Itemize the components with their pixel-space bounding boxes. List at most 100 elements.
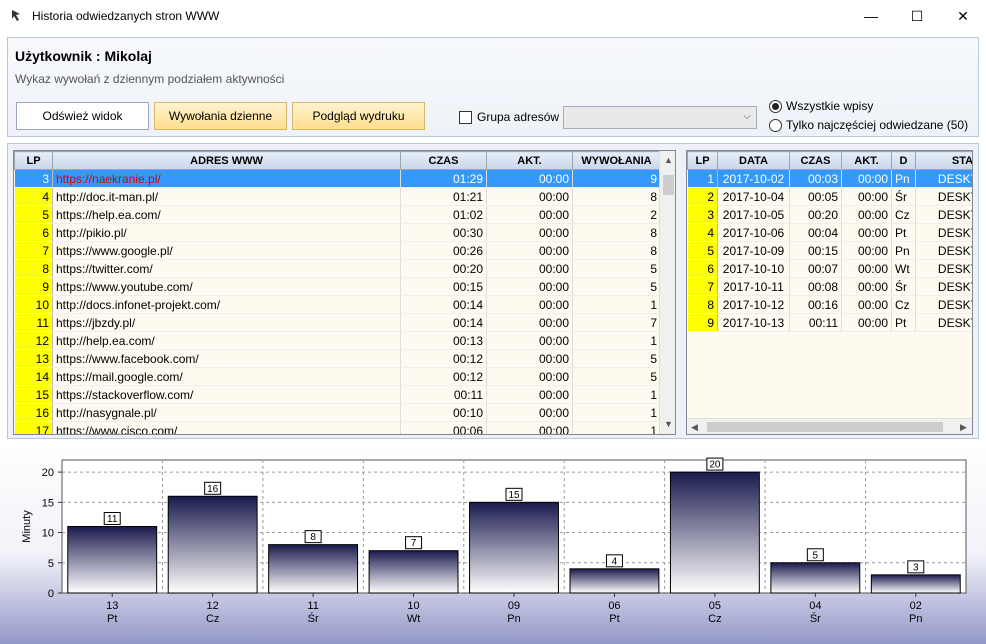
url-grid-scrollbar[interactable]: ▲ ▼ [659, 151, 675, 434]
url-cell: 8 [572, 187, 661, 206]
url-cell: 12 [14, 331, 53, 350]
url-cell: 00:00 [486, 241, 573, 260]
url-cell: 00:00 [486, 169, 573, 188]
table-row[interactable]: 62017-10-1000:0700:00WtDESKTOP [687, 259, 972, 278]
daily-header-1[interactable]: DATA [717, 151, 790, 170]
table-row[interactable]: 22017-10-0400:0500:00ŚrDESKTOP [687, 187, 972, 206]
daily-cell: 2017-10-10 [717, 259, 790, 278]
url-header-4[interactable]: WYWOŁANIA [572, 151, 661, 170]
table-row[interactable]: 12017-10-0200:0300:00PnDESKTOP [687, 169, 972, 188]
table-row[interactable]: 14 https://mail.google.com/00:12 00:00 5 [14, 367, 661, 386]
daily-header-2[interactable]: CZAS [789, 151, 842, 170]
daily-cell: 00:16 [789, 295, 842, 314]
table-row[interactable]: 72017-10-1100:0800:00ŚrDESKTOP [687, 277, 972, 296]
scroll-thumb[interactable] [663, 175, 674, 195]
url-cell: 6 [14, 223, 53, 242]
table-row[interactable]: 6 http://pikio.pl/00:30 00:00 8 [14, 223, 661, 242]
url-cell: 15 [14, 385, 53, 404]
url-history-grid[interactable]: LP ADRES WWW CZAS AKT. WYWOŁANIA 3 https://na… [13, 150, 676, 435]
daily-cell: 2017-10-09 [717, 241, 790, 260]
table-row[interactable]: 8 https://twitter.com/00:20 00:00 5 [14, 259, 661, 278]
url-cell: 1 [572, 331, 661, 350]
daily-cell: DESKTOP [915, 169, 972, 188]
radio-all-entries[interactable] [769, 100, 782, 113]
url-cell: 8 [572, 241, 661, 260]
hscroll-thumb[interactable] [707, 422, 943, 432]
daily-cell: DESKTOP [915, 223, 972, 242]
table-row[interactable]: 11 https://jbzdy.pl/00:14 00:00 7 [14, 313, 661, 332]
daily-cell: 00:00 [841, 241, 892, 260]
daily-cell: 2017-10-06 [717, 223, 790, 242]
url-cell: 00:00 [486, 367, 573, 386]
x-tick-label: 06 [608, 600, 620, 612]
table-row[interactable]: 10 http://docs.infonet-projekt.com/00:14 0… [14, 295, 661, 314]
daily-activity-grid[interactable]: LPDATACZASAKT.DSTAN 12017-10-0200:0300:0… [686, 150, 973, 435]
group-checkbox[interactable] [459, 111, 472, 124]
radio-most-visited[interactable] [769, 119, 782, 132]
close-icon: ✕ [957, 7, 969, 24]
url-cell: 2 [572, 205, 661, 224]
daily-header-5[interactable]: STAN [915, 151, 972, 170]
minimize-button[interactable]: — [848, 0, 894, 32]
daily-cell: DESKTOP [915, 205, 972, 224]
table-row[interactable]: 82017-10-1200:1600:00CzDESKTOP [687, 295, 972, 314]
url-cell: 00:14 [400, 295, 487, 314]
scroll-up-icon[interactable]: ▲ [664, 155, 673, 165]
maximize-button[interactable]: ☐ [894, 0, 940, 32]
scroll-down-icon[interactable]: ▼ [664, 419, 673, 429]
url-cell: https://www.facebook.com/ [52, 349, 401, 368]
table-row[interactable]: 3 https://naekranie.pl/01:29 00:00 9 [14, 169, 661, 188]
scroll-left-icon[interactable]: ◀ [691, 422, 698, 433]
table-row[interactable]: 4 http://doc.it-man.pl/01:21 00:00 8 [14, 187, 661, 206]
daily-cell: Śr [891, 187, 916, 206]
daily-cell: 4 [687, 223, 718, 242]
table-row[interactable]: 7 https://www.google.pl/00:26 00:00 8 [14, 241, 661, 260]
data-label: 7 [411, 538, 417, 549]
table-row[interactable]: 42017-10-0600:0400:00PtDESKTOP [687, 223, 972, 242]
minimize-icon: — [864, 8, 878, 24]
daily-cell: 2017-10-12 [717, 295, 790, 314]
url-cell: 8 [14, 259, 53, 278]
url-header-1[interactable]: ADRES WWW [52, 151, 401, 170]
table-row[interactable]: 17 https://www.cisco.com/00:06 00:00 1 [14, 421, 661, 434]
daily-header-4[interactable]: D [891, 151, 916, 170]
url-cell: 00:00 [486, 295, 573, 314]
group-dropdown[interactable]: ⌵ [563, 106, 757, 129]
table-row[interactable]: 15 https://stackoverflow.com/00:11 00:00 1 [14, 385, 661, 404]
table-row[interactable]: 32017-10-0500:2000:00CzDESKTOP [687, 205, 972, 224]
daily-header-0[interactable]: LP [687, 151, 718, 170]
bar [67, 526, 158, 594]
url-header-2[interactable]: CZAS [400, 151, 487, 170]
data-label: 5 [813, 550, 819, 561]
daily-header-3[interactable]: AKT. [841, 151, 892, 170]
url-cell: 7 [572, 313, 661, 332]
url-cell: 00:00 [486, 403, 573, 422]
daily-grid-hscrollbar[interactable]: ◀ ▶ [687, 418, 972, 434]
x-tick-label: Pn [909, 613, 922, 625]
daily-chart: 0 5 10 15 20 Minuty 11 13 Pt 16 12 Cz 8 11 Śr 7 10 Wt 15 09… [0, 444, 986, 644]
url-cell: 01:02 [400, 205, 487, 224]
url-cell: 17 [14, 421, 53, 434]
url-header-0[interactable]: LP [14, 151, 53, 170]
table-row[interactable]: 16 http://nasygnale.pl/00:10 00:00 1 [14, 403, 661, 422]
x-tick-label: Cz [708, 613, 721, 625]
table-row[interactable]: 12 http://help.ea.com/00:13 00:00 1 [14, 331, 661, 350]
print-preview-button[interactable]: Podgląd wydruku [292, 102, 425, 130]
radio-all-label: Wszystkie wpisy [786, 99, 874, 113]
url-cell: 00:30 [400, 223, 487, 242]
table-row[interactable]: 92017-10-1300:1100:00PtDESKTOP [687, 313, 972, 332]
url-cell: 00:12 [400, 367, 487, 386]
daily-cell: 00:00 [841, 223, 892, 242]
close-button[interactable]: ✕ [940, 0, 986, 32]
maximize-icon: ☐ [910, 7, 924, 24]
url-header-3[interactable]: AKT. [486, 151, 573, 170]
x-tick-label: 04 [809, 600, 821, 612]
table-row[interactable]: 5 https://help.ea.com/01:02 00:00 2 [14, 205, 661, 224]
table-row[interactable]: 9 https://www.youtube.com/00:15 00:00 5 [14, 277, 661, 296]
group-label: Grupa adresów [477, 110, 560, 124]
daily-calls-button[interactable]: Wywołania dzienne [154, 102, 287, 130]
table-row[interactable]: 52017-10-0900:1500:00PnDESKTOP [687, 241, 972, 260]
scroll-right-icon[interactable]: ▶ [960, 422, 967, 433]
table-row[interactable]: 13 https://www.facebook.com/00:12 00:00 5 [14, 349, 661, 368]
refresh-button[interactable]: Odśwież widok [16, 102, 149, 130]
